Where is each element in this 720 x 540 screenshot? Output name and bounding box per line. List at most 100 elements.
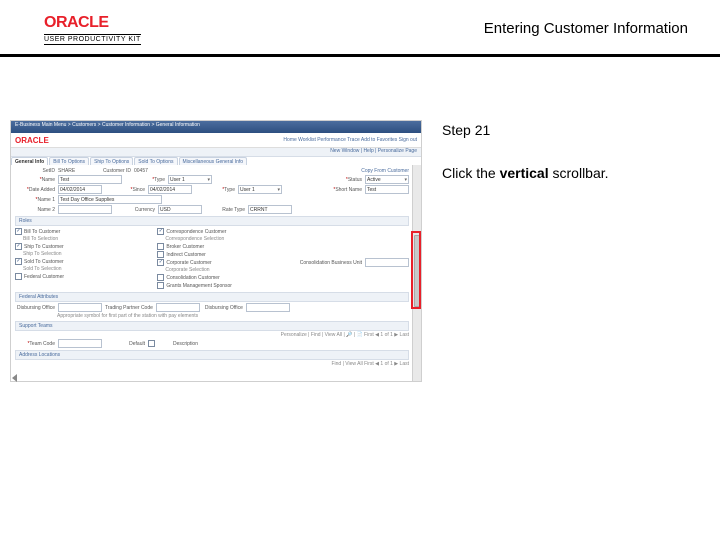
lbl-dateadded: Date Added bbox=[15, 187, 55, 193]
role-item: Federal Customer bbox=[15, 273, 149, 280]
lbl-custid: Customer ID bbox=[91, 168, 131, 174]
instruction-text: Click the vertical scrollbar. bbox=[442, 163, 609, 184]
vertical-scrollbar-thumb[interactable] bbox=[414, 235, 420, 307]
role-sub-label[interactable]: Ship To Selection bbox=[23, 251, 62, 257]
role-item: Sold To Selection bbox=[15, 266, 149, 272]
ss-sub-nav: New Window | Help | Personalize Page bbox=[11, 148, 421, 157]
lbl-type: Type bbox=[125, 177, 165, 183]
lbl-since: Since bbox=[105, 187, 145, 193]
input-do2[interactable] bbox=[246, 303, 290, 312]
section-address: Address Locations bbox=[15, 350, 409, 360]
role-item: ✓Sold To Customer bbox=[15, 258, 149, 265]
ss-form-body: SetID SHARE Customer ID 00457 Copy From … bbox=[11, 165, 413, 381]
lbl-name: Name bbox=[15, 177, 55, 183]
select-type[interactable]: User 1 bbox=[168, 175, 212, 184]
input-teamcode[interactable] bbox=[58, 339, 102, 348]
chk-default[interactable] bbox=[148, 340, 155, 347]
roles-left-col: ✓Bill To CustomerBill To Selection✓Ship … bbox=[15, 227, 149, 290]
role-label: Indirect Customer bbox=[166, 252, 205, 258]
select-status[interactable]: Active bbox=[365, 175, 409, 184]
header-divider bbox=[0, 54, 720, 57]
lbl-name1: Name 1 bbox=[15, 197, 55, 203]
role-label: Broker Customer bbox=[166, 244, 204, 250]
lbl-status: Status bbox=[322, 177, 362, 183]
input-name2[interactable] bbox=[58, 205, 112, 214]
instr-after: scrollbar. bbox=[549, 165, 609, 181]
role-sub-label[interactable]: Corporate Selection bbox=[165, 267, 209, 273]
role-label: Bill To Customer bbox=[24, 229, 60, 235]
role-item: Ship To Selection bbox=[15, 251, 149, 257]
role-checkbox[interactable] bbox=[157, 282, 164, 289]
role-item: ✓Corporate Customer bbox=[157, 259, 291, 266]
oracle-logo: ORACLE bbox=[44, 14, 141, 32]
role-item: Broker Customer bbox=[157, 243, 291, 250]
lbl-disburse: Disbursing Office bbox=[15, 305, 55, 311]
ss-oracle-logo: ORACLE bbox=[15, 136, 49, 145]
val-custid: 00457 bbox=[134, 168, 148, 174]
lbl-shortname: Short Name bbox=[322, 187, 362, 193]
input-name[interactable]: Test bbox=[58, 175, 122, 184]
ss-breadcrumb: E-Business Main Menu > Customers > Custo… bbox=[11, 121, 421, 133]
input-ratetype[interactable]: CRRNT bbox=[248, 205, 292, 214]
role-checkbox[interactable] bbox=[157, 274, 164, 281]
role-sub-label[interactable]: Sold To Selection bbox=[23, 266, 62, 272]
lbl-default: Default bbox=[105, 341, 145, 347]
role-checkbox[interactable]: ✓ bbox=[15, 258, 22, 265]
instruction-panel: Step 21 Click the vertical scrollbar. bbox=[442, 120, 609, 184]
role-checkbox[interactable]: ✓ bbox=[157, 228, 164, 235]
lbl-currency: Currency bbox=[115, 207, 155, 213]
role-checkbox[interactable]: ✓ bbox=[15, 243, 22, 250]
role-item: Consolidation Customer bbox=[157, 274, 291, 281]
role-checkbox[interactable]: ✓ bbox=[15, 228, 22, 235]
role-checkbox[interactable] bbox=[157, 243, 164, 250]
input-dateadded[interactable]: 04/02/2014 bbox=[58, 185, 102, 194]
select-type2[interactable]: User 1 bbox=[238, 185, 282, 194]
role-checkbox[interactable]: ✓ bbox=[157, 259, 164, 266]
role-item: ✓Correspondence Customer bbox=[157, 228, 291, 235]
role-item: Grants Management Sponsor bbox=[157, 282, 291, 289]
instr-bold: vertical bbox=[500, 165, 549, 181]
section-support: Support Teams bbox=[15, 321, 409, 331]
lbl-desc: Description bbox=[158, 341, 198, 347]
role-item: Indirect Customer bbox=[157, 251, 291, 258]
vertical-scrollbar-track[interactable] bbox=[412, 165, 421, 381]
input-currency[interactable]: USD bbox=[158, 205, 202, 214]
lbl-teamcode: Team Code bbox=[15, 341, 55, 347]
input-name1[interactable]: Test Day Office Supplies bbox=[58, 195, 162, 204]
section-roles: Roles bbox=[15, 216, 409, 226]
section-federal: Federal Attributes bbox=[15, 292, 409, 302]
role-item: ✓Bill To Customer bbox=[15, 228, 149, 235]
input-cons-bu[interactable] bbox=[365, 258, 409, 267]
instr-before: Click the bbox=[442, 165, 500, 181]
logo-subtitle: USER PRODUCTIVITY KIT bbox=[44, 34, 141, 45]
roles-right-col: ✓Correspondence CustomerCorrespondence S… bbox=[157, 227, 291, 290]
input-tpc[interactable] bbox=[156, 303, 200, 312]
role-item: Corporate Selection bbox=[157, 267, 291, 273]
lbl-type2: Type bbox=[195, 187, 235, 193]
role-label: Corporate Customer bbox=[166, 260, 211, 266]
role-label: Consolidation Customer bbox=[166, 275, 219, 281]
input-since[interactable]: 04/02/2014 bbox=[148, 185, 192, 194]
link-copy[interactable]: Copy From Customer bbox=[361, 168, 409, 174]
val-setid: SHARE bbox=[58, 168, 88, 174]
role-checkbox[interactable] bbox=[15, 273, 22, 280]
page-title: Entering Customer Information bbox=[484, 20, 688, 37]
support-personalize[interactable]: Personalize | Find | View All | 🔎 | 📄 Fi… bbox=[15, 332, 409, 338]
role-item: ✓Ship To Customer bbox=[15, 243, 149, 250]
input-shortname[interactable]: Test bbox=[365, 185, 409, 194]
step-label: Step 21 bbox=[442, 120, 609, 141]
role-item: Bill To Selection bbox=[15, 236, 149, 242]
role-label: Sold To Customer bbox=[24, 259, 64, 265]
addr-footer[interactable]: Find | View All First ◀ 1 of 1 ▶ Last bbox=[15, 361, 409, 367]
lbl-setid: SetID bbox=[15, 168, 55, 174]
lbl-tpc: Trading Partner Code bbox=[105, 305, 153, 311]
role-sub-label[interactable]: Bill To Selection bbox=[23, 236, 58, 242]
input-disburse[interactable] bbox=[58, 303, 102, 312]
prev-arrow-icon[interactable] bbox=[10, 370, 20, 380]
role-label: Correspondence Customer bbox=[166, 229, 226, 235]
role-item: Correspondence Selection bbox=[157, 236, 291, 242]
lbl-cons-bu: Consolidation Business Unit bbox=[300, 260, 362, 266]
role-sub-label[interactable]: Correspondence Selection bbox=[165, 236, 224, 242]
role-label: Federal Customer bbox=[24, 274, 64, 280]
role-checkbox[interactable] bbox=[157, 251, 164, 258]
